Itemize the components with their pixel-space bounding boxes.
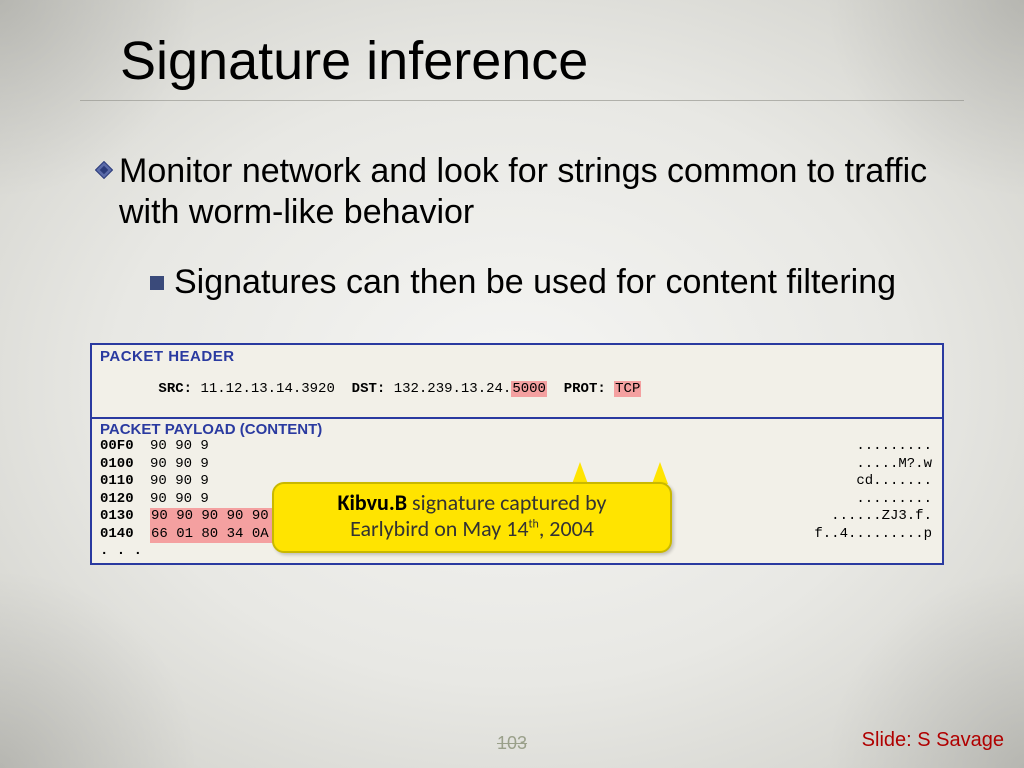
callout-tail-icon [572,462,588,484]
packet-box: PACKET HEADER SRC: 11.12.13.14.3920 DST:… [90,343,944,565]
hex-ascii: .....M?.w [856,456,932,474]
hex-offset: 0110 [100,473,150,491]
hex-offset: 00F0 [100,438,150,456]
hex-ascii: ......... [856,491,932,509]
payload-body: 00F090 90 9......... 010090 90 9.....M?.… [92,438,942,543]
slide: Signature inference Monitor network and … [0,0,1024,768]
dst-ip: 132.239.13.24. [394,381,512,397]
hex-offset: 0130 [100,508,150,526]
hex-row: 00F090 90 9......... [92,438,942,456]
square-bullet-icon [150,276,164,290]
bullet-sub-row: Signatures can then be used for content … [150,262,964,303]
src-label: SRC: [158,381,192,397]
dst-port-highlight: 5000 [511,381,547,397]
callout-box: Kibvu.B signature captured by Earlybird … [272,482,672,553]
src-value: 11.12.13.14.3920 [200,381,334,397]
hex-ascii: ......ZJ3.f. [831,508,932,526]
hex-bytes: 90 90 9 [150,438,209,456]
hex-ascii: cd....... [856,473,932,491]
callout-bold: Kibvu.B [338,489,408,516]
packet-header-line: SRC: 11.12.13.14.3920 DST: 132.239.13.24… [92,365,942,417]
callout-line2a: Earlybird on May 14 [350,515,528,542]
hex-bytes: 90 90 9 [150,491,209,509]
bullet-main-text: Monitor network and look for strings com… [119,151,964,234]
hex-ascii: ......... [856,438,932,456]
slide-credit: Slide: S Savage [862,729,1004,752]
packet-header-label: PACKET HEADER [92,345,942,365]
slide-title: Signature inference [120,30,964,92]
title-divider [80,100,964,101]
hex-ascii: f..4.........p [814,526,932,544]
ascii-prefix: f..4 [814,526,848,542]
diamond-bullet-icon [95,161,113,179]
callout-line1: signature captured by [407,489,606,516]
payload-label: PACKET PAYLOAD (CONTENT) [92,419,942,438]
page-number-strike: 103 [497,733,527,754]
callout-line2b: , 2004 [539,515,594,542]
ascii-suffix: .........p [848,526,932,542]
callout-sup: th [529,517,539,531]
hex-bytes: 90 90 9 [150,473,209,491]
prot-label: PROT: [564,381,606,397]
hex-offset: 0100 [100,456,150,474]
prot-value-highlight: TCP [614,381,641,397]
hex-offset: 0140 [100,526,150,544]
hex-bytes: 90 90 9 [150,456,209,474]
vignette [0,568,200,768]
bullet-main-row: Monitor network and look for strings com… [95,151,964,234]
callout-tail-icon [652,462,668,484]
dst-label: DST: [352,381,386,397]
bullet-sub-text: Signatures can then be used for content … [174,262,896,303]
hex-row: 010090 90 9 .....M?.w [92,456,942,474]
hex-offset: 0120 [100,491,150,509]
